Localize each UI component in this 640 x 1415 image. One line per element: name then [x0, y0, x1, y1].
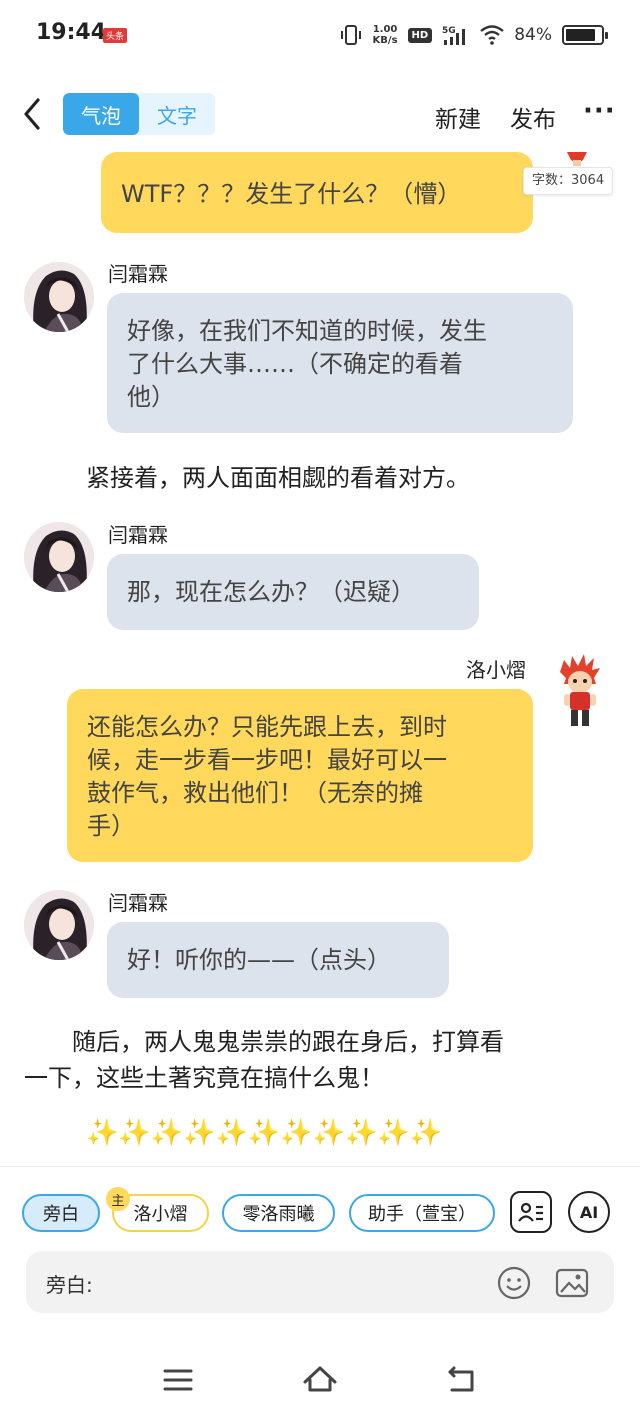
narration-text[interactable]: 紧接着，两人面面相觑的看着对方。 — [86, 460, 470, 496]
role-chip-lingluo[interactable]: 零洛雨曦 — [222, 1194, 335, 1232]
battery-percent: 84% — [514, 25, 552, 45]
main-character-badge: 主 — [106, 1187, 130, 1211]
more-options-button[interactable]: ··· — [583, 96, 616, 126]
network-speed: 1.00 KB/s — [372, 24, 398, 46]
message-line: 鼓作气，救出他们！（无奈的摊 — [87, 779, 423, 807]
hd-icon: HD — [407, 27, 433, 43]
tab-text[interactable]: 文字 — [139, 93, 215, 135]
news-app-badge: 头条 — [103, 28, 128, 43]
message-line: 候，走一步看一步吧！最好可以一 — [87, 746, 447, 774]
editor-header: 气泡 文字 新建 发布 ··· — [0, 80, 640, 152]
publish-button[interactable]: 发布 — [510, 100, 556, 134]
system-nav-bar — [0, 1346, 640, 1415]
cellular-signal-icon: 5G — [442, 26, 466, 45]
role-chip-assistant[interactable]: 助手（萱宝） — [349, 1194, 495, 1232]
battery-level — [566, 29, 595, 41]
compose-input-bar: 旁白: — [26, 1251, 614, 1313]
narration-line: 随后，两人鬼鬼祟祟的跟在身后，打算看 — [24, 1028, 504, 1056]
status-time: 19:44 — [36, 20, 107, 45]
message-bubble[interactable]: 好像，在我们不知道的时候，发生 了什么大事……（不确定的看着 他） — [107, 293, 573, 433]
image-icon[interactable] — [554, 1265, 590, 1301]
status-bar: 19:44 头条 1.00 KB/s HD 5G 84% — [0, 0, 640, 70]
back-nav-icon[interactable] — [442, 1360, 482, 1400]
message-line: 手） — [87, 812, 135, 840]
back-icon[interactable] — [18, 94, 48, 134]
anime-avatar-icon — [24, 262, 94, 332]
message-line: 还能怎么办？只能先跟上去，到时 — [87, 713, 447, 741]
character-avatar-luo[interactable] — [556, 654, 604, 730]
new-button[interactable]: 新建 — [435, 100, 481, 134]
message-input[interactable] — [110, 1263, 490, 1301]
story-content[interactable]: WTF？？？发生了什么？（懵） 闫霜霖 好像，在我们不知道的时候，发生 了什么大… — [0, 152, 640, 1164]
message-line: 好！听你的——（点头） — [127, 946, 391, 974]
character-avatar-yan[interactable] — [24, 262, 94, 332]
message-line: 好像，在我们不知道的时候，发生 — [127, 317, 487, 345]
narration-line: 一下，这些土著究竟在搞什么鬼！ — [24, 1064, 384, 1092]
speaker-name: 闫霜霖 — [108, 262, 168, 286]
character-card-icon — [518, 1202, 543, 1222]
wifi-icon — [480, 25, 504, 45]
character-avatar-yan[interactable] — [24, 522, 94, 592]
status-icons: 1.00 KB/s HD 5G 84% — [339, 22, 608, 48]
speaker-name: 闫霜霖 — [108, 891, 168, 915]
anime-avatar-icon — [24, 890, 94, 960]
character-card-button[interactable] — [510, 1191, 552, 1233]
vibrate-icon — [340, 25, 361, 45]
role-chip-narrator[interactable]: 旁白 — [22, 1194, 100, 1232]
ai-button[interactable]: AI — [568, 1191, 610, 1233]
menu-icon[interactable] — [158, 1360, 198, 1400]
speaker-name: 洛小熠 — [466, 658, 526, 682]
narration-text[interactable]: 随后，两人鬼鬼祟祟的跟在身后，打算看 一下，这些土著究竟在搞什么鬼！ — [24, 1024, 604, 1096]
home-icon[interactable] — [300, 1360, 340, 1400]
input-role-label: 旁白: — [46, 1273, 93, 1297]
speaker-name: 闫霜霖 — [108, 523, 168, 547]
svg-text:5G: 5G — [442, 26, 456, 36]
sparkles-divider[interactable]: ✨✨✨✨✨✨✨✨✨✨✨ — [86, 1118, 442, 1148]
message-bubble[interactable]: WTF？？？发生了什么？（懵） — [101, 152, 533, 233]
character-avatar-luo[interactable] — [563, 152, 591, 166]
message-bubble[interactable]: 好！听你的——（点头） — [107, 922, 449, 998]
character-avatar-yan[interactable] — [24, 890, 94, 960]
tab-bubble[interactable]: 气泡 — [63, 93, 139, 135]
battery-icon — [562, 25, 608, 45]
compose-panel: 旁白 洛小熠 主 零洛雨曦 助手（萱宝） AI 旁白: — [0, 1166, 640, 1346]
message-line: 了什么大事……（不确定的看着 — [127, 350, 463, 378]
word-count-badge: 字数：3064 — [523, 167, 614, 195]
emoji-icon[interactable] — [496, 1265, 532, 1301]
mode-switch: 气泡 文字 — [63, 93, 215, 135]
message-bubble[interactable]: 那，现在怎么办？（迟疑） — [107, 554, 479, 630]
message-line: 那，现在怎么办？（迟疑） — [127, 578, 415, 606]
message-line: 他） — [127, 383, 175, 411]
message-text: WTF？？？发生了什么？（懵） — [121, 180, 462, 208]
anime-avatar-icon — [24, 522, 94, 592]
message-bubble[interactable]: 还能怎么办？只能先跟上去，到时 候，走一步看一步吧！最好可以一 鼓作气，救出他们… — [67, 689, 533, 862]
